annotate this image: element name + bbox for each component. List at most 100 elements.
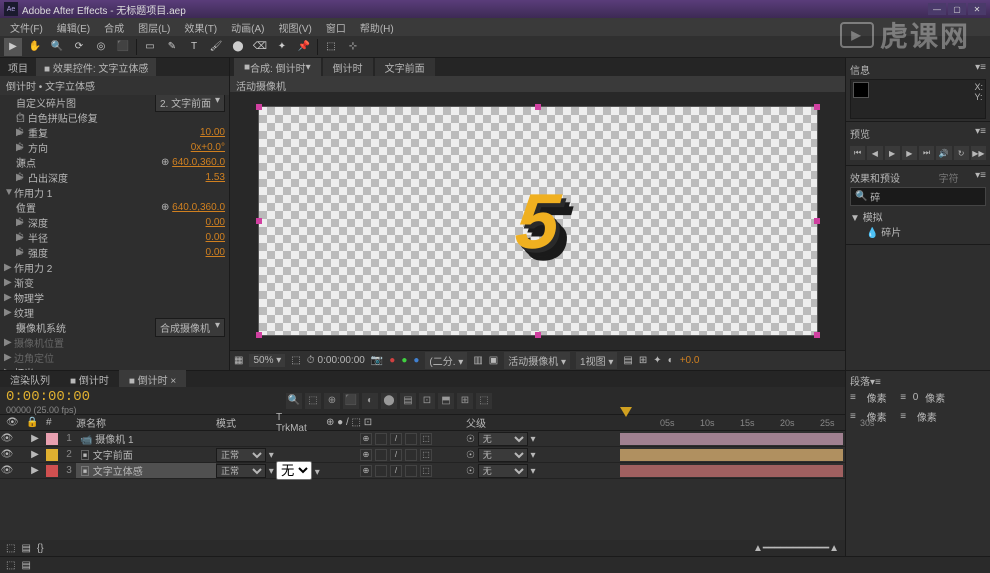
channel-icon[interactable]: ● [401, 355, 407, 366]
hand-tool-icon[interactable]: ✋ [26, 38, 44, 56]
switch-icon[interactable]: / [390, 465, 402, 477]
tab-comp-countdown[interactable]: 倒计时 [323, 58, 373, 77]
switch-icon[interactable]: / [390, 449, 402, 461]
snapshot-icon[interactable]: 📷 [371, 355, 383, 366]
menu-animation[interactable]: 动画(A) [225, 18, 270, 37]
col-source[interactable]: 源名称 [70, 415, 210, 430]
switch-icon[interactable] [405, 449, 417, 461]
timecode-area[interactable]: 0:00:00:00 00000 (25.00 fps) [0, 387, 280, 414]
channel-icon[interactable]: ● [389, 355, 395, 366]
expand-icon[interactable]: ▶ [4, 292, 14, 303]
expand-icon[interactable]: ▶ [4, 247, 16, 258]
stopwatch-icon[interactable]: ⏱ [16, 142, 28, 153]
label-color[interactable] [46, 433, 58, 445]
toggle-icon[interactable]: ▤ [21, 543, 30, 554]
composition-viewer[interactable]: 5 [230, 92, 845, 350]
switch-icon[interactable]: ⬒ [438, 393, 454, 409]
tree-item[interactable]: ▼ 模拟 [850, 209, 986, 224]
views-dropdown[interactable]: 1视图 ▾ [576, 352, 617, 369]
close-button[interactable]: ✕ [968, 3, 986, 15]
menu-file[interactable]: 文件(F) [4, 18, 49, 37]
crosshair-icon[interactable]: ⊕ [161, 202, 169, 213]
switch-icon[interactable]: ⬛ [343, 393, 359, 409]
handle-icon[interactable] [256, 104, 262, 110]
switch-icon[interactable]: / [390, 433, 402, 445]
toggle-icon[interactable]: ⬚ [6, 543, 15, 554]
depth-value[interactable]: 0.00 [206, 217, 225, 228]
mode-select[interactable]: 正常 [216, 448, 266, 462]
last-frame-icon[interactable]: ⏭ [919, 146, 934, 160]
stopwatch-icon[interactable]: ⏱ [16, 217, 28, 228]
switch-icon[interactable] [405, 465, 417, 477]
handle-icon[interactable] [256, 332, 262, 338]
switch-icon[interactable]: ⬚ [305, 393, 321, 409]
maximize-button[interactable]: ▢ [948, 3, 966, 15]
menu-icon[interactable]: ▾≡ [975, 62, 986, 77]
current-timecode[interactable]: 0:00:00:00 [6, 389, 274, 405]
expand-icon[interactable]: ▶ [4, 277, 14, 288]
direction-value[interactable]: 0x+0.0° [191, 142, 225, 153]
layer-bar[interactable] [620, 433, 843, 445]
switch-icon[interactable]: ⬤ [381, 393, 397, 409]
canvas[interactable]: 5 [258, 106, 818, 336]
switch-icon[interactable] [405, 433, 417, 445]
handle-icon[interactable] [535, 104, 541, 110]
expand-icon[interactable]: ▶ [4, 217, 16, 228]
tab-comp2[interactable]: ■ 倒计时 × [119, 370, 186, 389]
expand-icon[interactable]: ▶ [4, 262, 14, 273]
menu-view[interactable]: 视图(V) [272, 18, 317, 37]
toggle-icon[interactable]: ▤ [623, 355, 632, 366]
mode-select[interactable]: 正常 [216, 464, 266, 478]
pen-tool-icon[interactable]: ✎ [163, 38, 181, 56]
search-input[interactable]: 🔍 碎 [850, 187, 986, 206]
trkmat-select[interactable]: 无 [276, 461, 312, 480]
toggle-icon[interactable]: ✦ [653, 355, 661, 366]
handle-icon[interactable] [256, 218, 262, 224]
brush-tool-icon[interactable]: 🖌 [207, 38, 225, 56]
text-tool-icon[interactable]: T [185, 38, 203, 56]
toggle-icon[interactable]: ▣ [489, 355, 498, 366]
switch-icon[interactable]: ⬚ [420, 449, 432, 461]
menu-icon[interactable]: ▾≡ [975, 126, 986, 141]
align-icon[interactable]: ≡ [900, 411, 906, 422]
ram-preview-icon[interactable]: ▶▶ [971, 146, 986, 160]
origin-value[interactable]: 640.0,360.0 [172, 157, 225, 168]
layer-bar[interactable] [620, 449, 843, 461]
layer-name[interactable]: 📹 摄像机 1 [76, 431, 216, 446]
first-frame-icon[interactable]: ⏮ [850, 146, 865, 160]
expand-icon[interactable]: ▶ [4, 307, 14, 318]
extrude-value[interactable]: 1.53 [206, 172, 225, 183]
parent-select[interactable]: 无 [478, 432, 528, 446]
timecode-display[interactable]: ⏱ 0:00:00:00 [307, 355, 365, 366]
menu-effect[interactable]: 效果(T) [178, 18, 223, 37]
switch-icon[interactable]: ◐ [362, 393, 378, 409]
stopwatch-icon[interactable]: ⏱ [16, 172, 28, 183]
repeat-value[interactable]: 10.00 [200, 127, 225, 138]
status-icon[interactable]: ▤ [21, 560, 30, 571]
handle-icon[interactable] [814, 332, 820, 338]
status-icon[interactable]: ⬚ [6, 560, 15, 571]
toggle-icon[interactable]: ▥ [473, 355, 482, 366]
switch-icon[interactable] [375, 433, 387, 445]
switch-icon[interactable] [375, 465, 387, 477]
tab-comp1[interactable]: ■ 倒计时 [60, 370, 119, 389]
selection-tool-icon[interactable]: ▶ [4, 38, 22, 56]
layer-row[interactable]: 👁 ▶ 3 ▣ 文字立体感 正常 ▾无 ▾ ⊕/⬚ ☉ 无 ▾ [0, 463, 845, 479]
channel-icon[interactable]: ● [413, 355, 419, 366]
tab-comp-main[interactable]: ■ 合成: 倒计时 ▾ [234, 58, 321, 77]
grid-icon[interactable]: ▦ [234, 355, 243, 366]
pan-icon[interactable]: ⬚ [291, 355, 300, 366]
expand-icon[interactable]: ▶ [4, 142, 16, 153]
toggle-icon[interactable]: {} [37, 543, 44, 554]
toggle-icon[interactable]: ⊞ [639, 355, 647, 366]
layer-name[interactable]: ▣ 文字前面 [76, 447, 216, 462]
parent-select[interactable]: 无 [478, 448, 528, 462]
stopwatch-icon[interactable]: ⏱ [4, 322, 16, 333]
play-icon[interactable]: ▶ [885, 146, 900, 160]
layer-bar[interactable] [620, 465, 843, 477]
playhead-icon[interactable] [620, 407, 632, 417]
switch-icon[interactable]: ⊕ [360, 465, 372, 477]
stopwatch-icon[interactable]: ⏱ [16, 232, 28, 243]
tab-effect-controls[interactable]: ■ 效果控件: 文字立体感 [36, 58, 156, 77]
toggle-icon[interactable]: ◐ [668, 355, 674, 366]
